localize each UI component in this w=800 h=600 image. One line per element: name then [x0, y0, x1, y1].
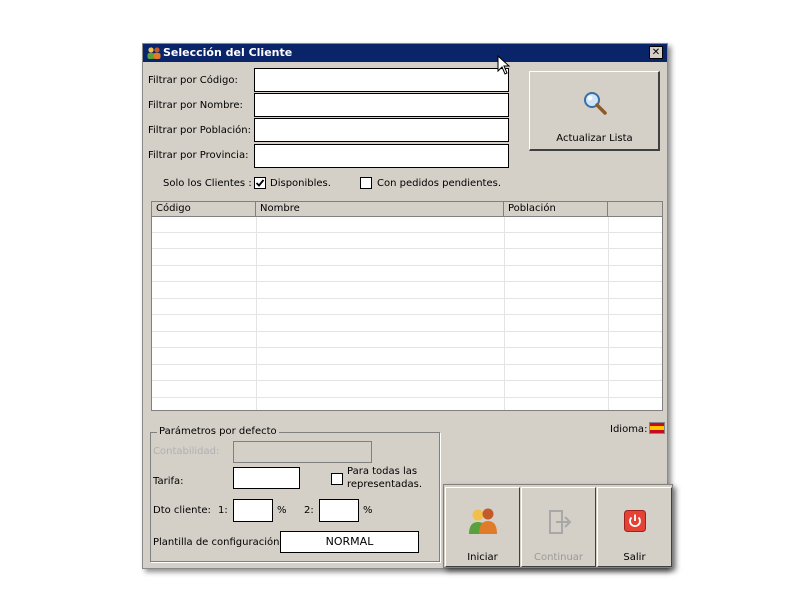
table-row[interactable] [152, 349, 662, 365]
column-header-name[interactable]: Nombre [256, 202, 504, 217]
column-header-extra [608, 202, 662, 217]
exit-label: Salir [623, 552, 646, 563]
exit-button[interactable]: Salir [597, 487, 672, 567]
spain-flag-icon[interactable] [649, 422, 665, 434]
accounting-field [233, 441, 372, 463]
filter-name-input[interactable] [254, 93, 509, 117]
checkmark-icon [255, 179, 265, 187]
start-button[interactable]: Iniciar [445, 487, 520, 567]
column-header-town[interactable]: Población [504, 202, 608, 217]
continue-button[interactable]: Continuar [521, 487, 596, 567]
available-checkbox[interactable] [254, 177, 266, 189]
users-icon [469, 508, 497, 534]
table-row[interactable] [152, 233, 662, 249]
accounting-label: Contabilidad: [153, 446, 220, 457]
pending-orders-checkbox[interactable] [360, 177, 372, 189]
discount2-percent: % [363, 505, 373, 516]
discount2-input[interactable] [319, 499, 359, 522]
table-row[interactable] [152, 316, 662, 332]
grid-header: Código Nombre Población [152, 202, 662, 217]
all-represented-label-line1: Para todas las [347, 466, 418, 477]
all-represented-label-line2: representadas. [347, 479, 423, 490]
title-bar[interactable]: Selección del Cliente ✕ [143, 44, 667, 62]
default-parameters-title: Parámetros por defecto [157, 426, 279, 437]
default-parameters-group: Parámetros por defecto Contabilidad: Tar… [150, 426, 440, 562]
table-row[interactable] [152, 250, 662, 266]
column-header-code[interactable]: Código [152, 202, 256, 217]
clients-grid[interactable]: Código Nombre Población [151, 201, 663, 411]
table-row[interactable] [152, 283, 662, 299]
filter-town-label: Filtrar por Población: [148, 125, 251, 136]
language-label: Idioma: [610, 424, 648, 435]
available-label: Disponibles. [270, 178, 331, 189]
users-icon [147, 47, 161, 59]
close-icon: ✕ [651, 47, 661, 58]
template-label: Plantilla de configuración: [153, 537, 283, 548]
discount1-input[interactable] [233, 499, 273, 522]
only-clients-label: Solo los Clientes : [163, 178, 252, 189]
continue-label: Continuar [533, 552, 584, 563]
action-buttons-panel: Iniciar Continuar Salir [443, 484, 673, 568]
filter-name-label: Filtrar por Nombre: [148, 100, 243, 111]
pending-orders-label: Con pedidos pendientes. [377, 178, 502, 189]
table-row[interactable] [152, 332, 662, 348]
rate-input[interactable] [233, 467, 300, 489]
all-represented-checkbox[interactable] [331, 473, 343, 485]
table-row[interactable] [152, 382, 662, 398]
magnifier-icon [584, 92, 607, 115]
template-field[interactable]: NORMAL [280, 531, 419, 553]
client-selection-window: Selección del Cliente ✕ Filtrar por Códi… [142, 43, 673, 569]
discount2-label: 2: [304, 505, 314, 516]
mouse-cursor-icon [497, 55, 511, 75]
filter-town-input[interactable] [254, 118, 509, 142]
continue-arrow-icon [549, 510, 572, 534]
table-row[interactable] [152, 266, 662, 282]
filter-province-input[interactable] [254, 144, 509, 168]
filter-code-input[interactable] [254, 68, 509, 92]
table-row[interactable] [152, 217, 662, 233]
rate-label: Tarifa: [153, 476, 184, 487]
table-row[interactable] [152, 398, 662, 410]
start-label: Iniciar [467, 552, 498, 563]
window-title: Selección del Cliente [163, 46, 293, 59]
refresh-list-label: Actualizar Lista [556, 133, 633, 144]
filter-province-label: Filtrar por Provincia: [148, 150, 249, 161]
close-button[interactable]: ✕ [649, 46, 663, 59]
filter-code-label: Filtrar por Código: [148, 75, 238, 86]
table-row[interactable] [152, 299, 662, 315]
discount1-label: 1: [218, 505, 228, 516]
refresh-list-button[interactable]: Actualizar Lista [529, 71, 660, 151]
table-row[interactable] [152, 365, 662, 381]
discount1-percent: % [277, 505, 287, 516]
discount-label: Dto cliente: [153, 505, 211, 516]
power-icon [624, 510, 646, 532]
